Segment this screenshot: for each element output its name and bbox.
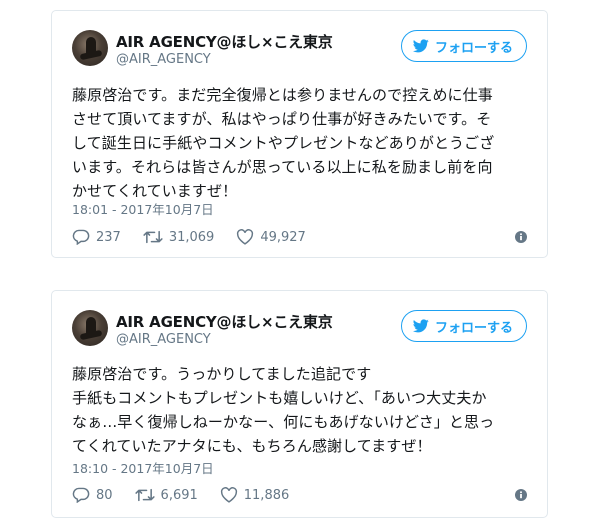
reply-button[interactable]: 80	[72, 487, 113, 503]
retweet-icon	[134, 488, 155, 502]
retweet-button[interactable]: 6,691	[134, 487, 198, 503]
heart-icon	[220, 487, 237, 503]
retweet-icon	[143, 230, 163, 244]
avatar[interactable]	[72, 30, 108, 66]
reply-count: 80	[96, 487, 113, 503]
retweet-count: 31,069	[168, 229, 215, 245]
reply-button[interactable]: 237	[72, 229, 121, 245]
reply-icon	[72, 487, 90, 503]
tweet-text: 藤原啓治です。まだ完全復帰とは参りませんので控えめに仕事 させて頂いてますが、私…	[72, 86, 495, 200]
tweet-card: AIR AGENCY@ほし×こえ東京 @AIR_AGENCY フォローする 藤原…	[51, 290, 548, 518]
info-icon	[515, 489, 527, 501]
like-button[interactable]: 11,886	[220, 487, 290, 503]
twitter-bird-icon	[412, 39, 429, 53]
tweet-actions: 80 6,691 11,886	[72, 485, 527, 505]
reply-count: 237	[96, 229, 121, 245]
follow-button[interactable]: フォローする	[400, 310, 527, 342]
tweet-actions: 237 31,069 49,927	[72, 227, 527, 247]
heart-icon	[237, 229, 254, 245]
like-count: 11,886	[243, 487, 290, 503]
info-button[interactable]	[515, 231, 527, 243]
follow-label: フォローする	[434, 40, 513, 56]
avatar[interactable]	[72, 310, 108, 346]
info-icon	[515, 231, 527, 243]
tweet-timestamp[interactable]: 18:01 - 2017年10月7日	[72, 199, 214, 218]
info-button[interactable]	[515, 489, 527, 501]
follow-button[interactable]: フォローする	[400, 30, 527, 62]
twitter-bird-icon	[412, 319, 429, 333]
reply-icon	[72, 229, 90, 245]
tweet-card: AIR AGENCY@ほし×こえ東京 @AIR_AGENCY フォローする 藤原…	[51, 10, 548, 258]
tweet-timestamp[interactable]: 18:10 - 2017年10月7日	[72, 458, 214, 477]
author-handle[interactable]: @AIR_AGENCY	[116, 52, 211, 67]
tweet-text: 藤原啓治です。うっかりしてました追記です 手紙もコメントもプレゼントも嬉しいけど…	[72, 365, 495, 455]
like-count: 49,927	[260, 229, 306, 245]
retweet-button[interactable]: 31,069	[143, 229, 215, 245]
author-name[interactable]: AIR AGENCY@ほし×こえ東京	[116, 311, 333, 332]
retweet-count: 6,691	[160, 487, 198, 503]
author-name[interactable]: AIR AGENCY@ほし×こえ東京	[116, 31, 333, 52]
like-button[interactable]: 49,927	[236, 229, 306, 245]
follow-label: フォローする	[434, 320, 513, 336]
author-handle[interactable]: @AIR_AGENCY	[116, 332, 211, 347]
